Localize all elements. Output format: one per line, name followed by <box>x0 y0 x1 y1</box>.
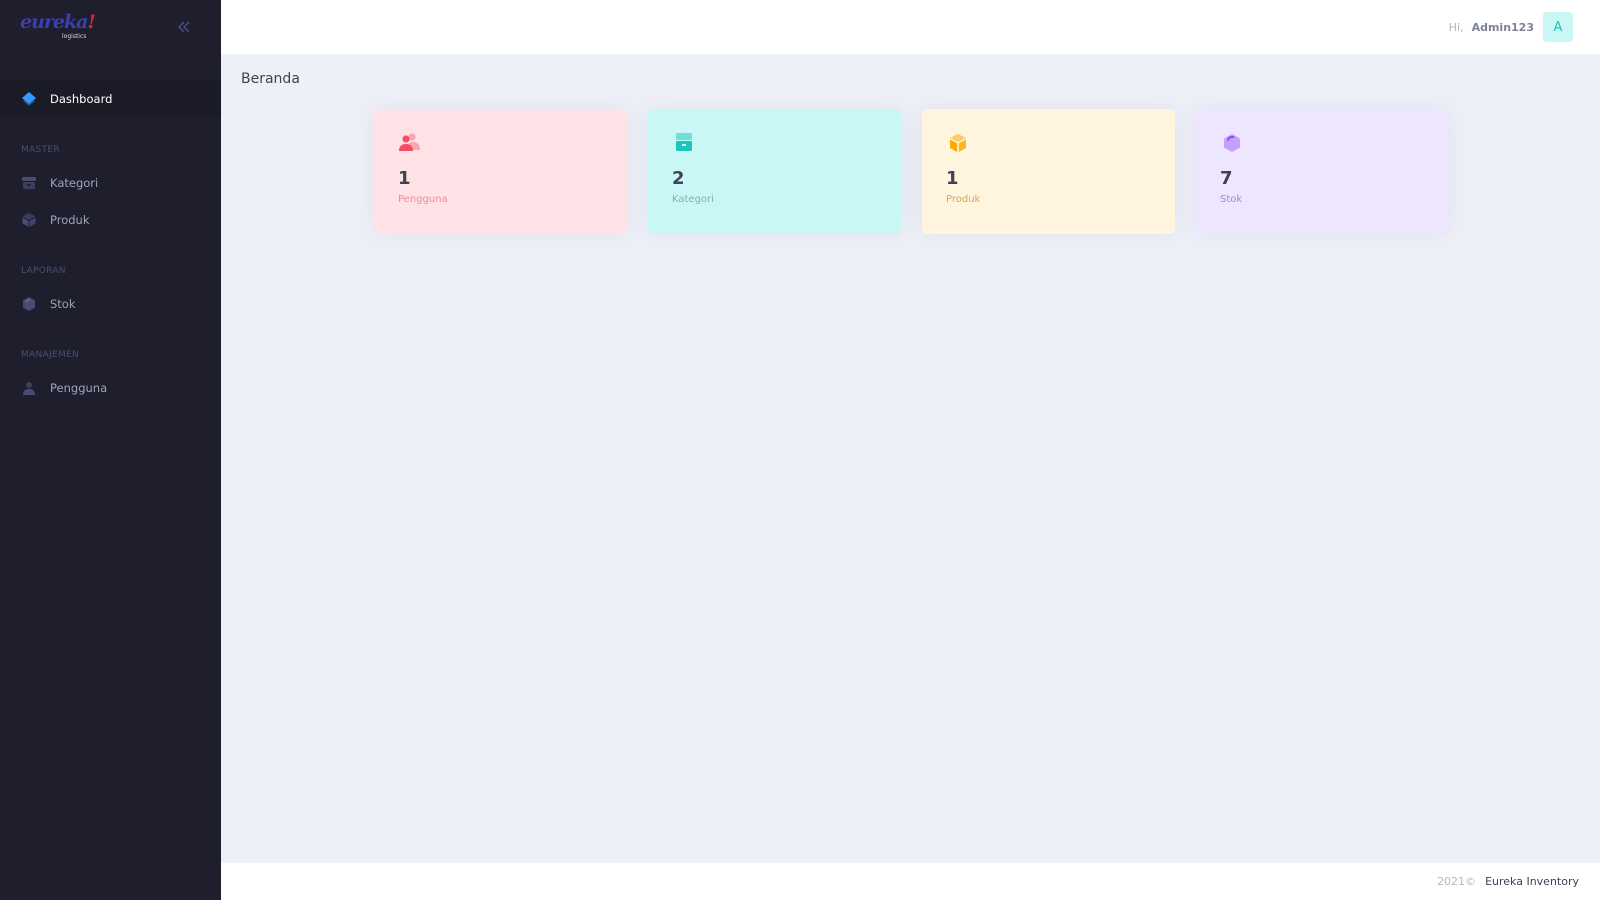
sidebar-item-label: Pengguna <box>50 380 108 395</box>
stat-card-stok[interactable]: 7 Stok <box>1196 109 1449 234</box>
sidebar-item-label: Dashboard <box>50 91 113 106</box>
cube-icon <box>1220 131 1244 155</box>
sidebar-item-produk[interactable]: Produk <box>0 201 221 238</box>
stat-card-produk[interactable]: 1 Produk <box>922 109 1175 234</box>
sidebar-toggle-button[interactable] <box>175 18 193 36</box>
main-content: Beranda 1 Pengguna 2 Kategori 1 Produk 7… <box>221 54 1600 863</box>
logo-subtitle: logistics <box>62 33 87 40</box>
stat-card-kategori[interactable]: 2 Kategori <box>648 109 901 234</box>
username[interactable]: Admin123 <box>1472 21 1534 34</box>
sidebar-item-pengguna[interactable]: Pengguna <box>0 369 221 406</box>
stat-value: 7 <box>1220 168 1233 189</box>
logo-bang: ! <box>87 11 95 33</box>
sidebar-item-label: Produk <box>50 212 90 227</box>
chevron-double-left-icon <box>177 21 190 33</box>
user-icon <box>21 380 37 396</box>
logo-text: eureka <box>20 11 88 33</box>
brand: eureka! logistics <box>0 0 221 54</box>
sidebar-nav: Dashboard MASTER Kategori Produk LAPORAN… <box>0 54 221 406</box>
layers-icon <box>21 91 37 107</box>
stat-card-pengguna[interactable]: 1 Pengguna <box>374 109 627 234</box>
cube-icon <box>21 296 37 312</box>
sidebar-item-kategori[interactable]: Kategori <box>0 164 221 201</box>
page-title: Beranda <box>241 71 300 87</box>
avatar[interactable]: A <box>1543 12 1573 42</box>
topbar: Hi, Admin123 A <box>221 0 1600 54</box>
sidebar-item-dashboard[interactable]: Dashboard <box>0 80 221 117</box>
greeting-text: Hi, <box>1448 20 1464 34</box>
footer: 2021© Eureka Inventory <box>221 863 1600 900</box>
footer-app-name[interactable]: Eureka Inventory <box>1485 875 1579 888</box>
stat-label: Produk <box>946 194 981 205</box>
stat-value: 2 <box>672 168 685 189</box>
section-title-master: MASTER <box>21 145 60 155</box>
archive-icon <box>672 131 696 155</box>
logo[interactable]: eureka! logistics <box>20 11 96 43</box>
stat-value: 1 <box>946 168 959 189</box>
stat-value: 1 <box>398 168 411 189</box>
users-icon <box>398 131 422 155</box>
stat-cards: 1 Pengguna 2 Kategori 1 Produk 7 Stok <box>374 109 1449 234</box>
stat-label: Stok <box>1220 194 1243 205</box>
box-icon <box>946 131 970 155</box>
archive-icon <box>21 175 37 191</box>
sidebar-item-stok[interactable]: Stok <box>0 285 221 322</box>
sidebar-item-label: Stok <box>50 296 76 311</box>
section-title-manajemen: MANAJEMEN <box>21 350 80 360</box>
stat-label: Kategori <box>672 194 714 205</box>
stat-label: Pengguna <box>398 194 448 205</box>
sidebar: eureka! logistics Dashboard MASTER Kateg… <box>0 0 221 900</box>
sidebar-item-label: Kategori <box>50 175 99 190</box>
footer-year: 2021© <box>1437 875 1477 888</box>
section-title-laporan: LAPORAN <box>21 266 66 276</box>
box-icon <box>21 212 37 228</box>
